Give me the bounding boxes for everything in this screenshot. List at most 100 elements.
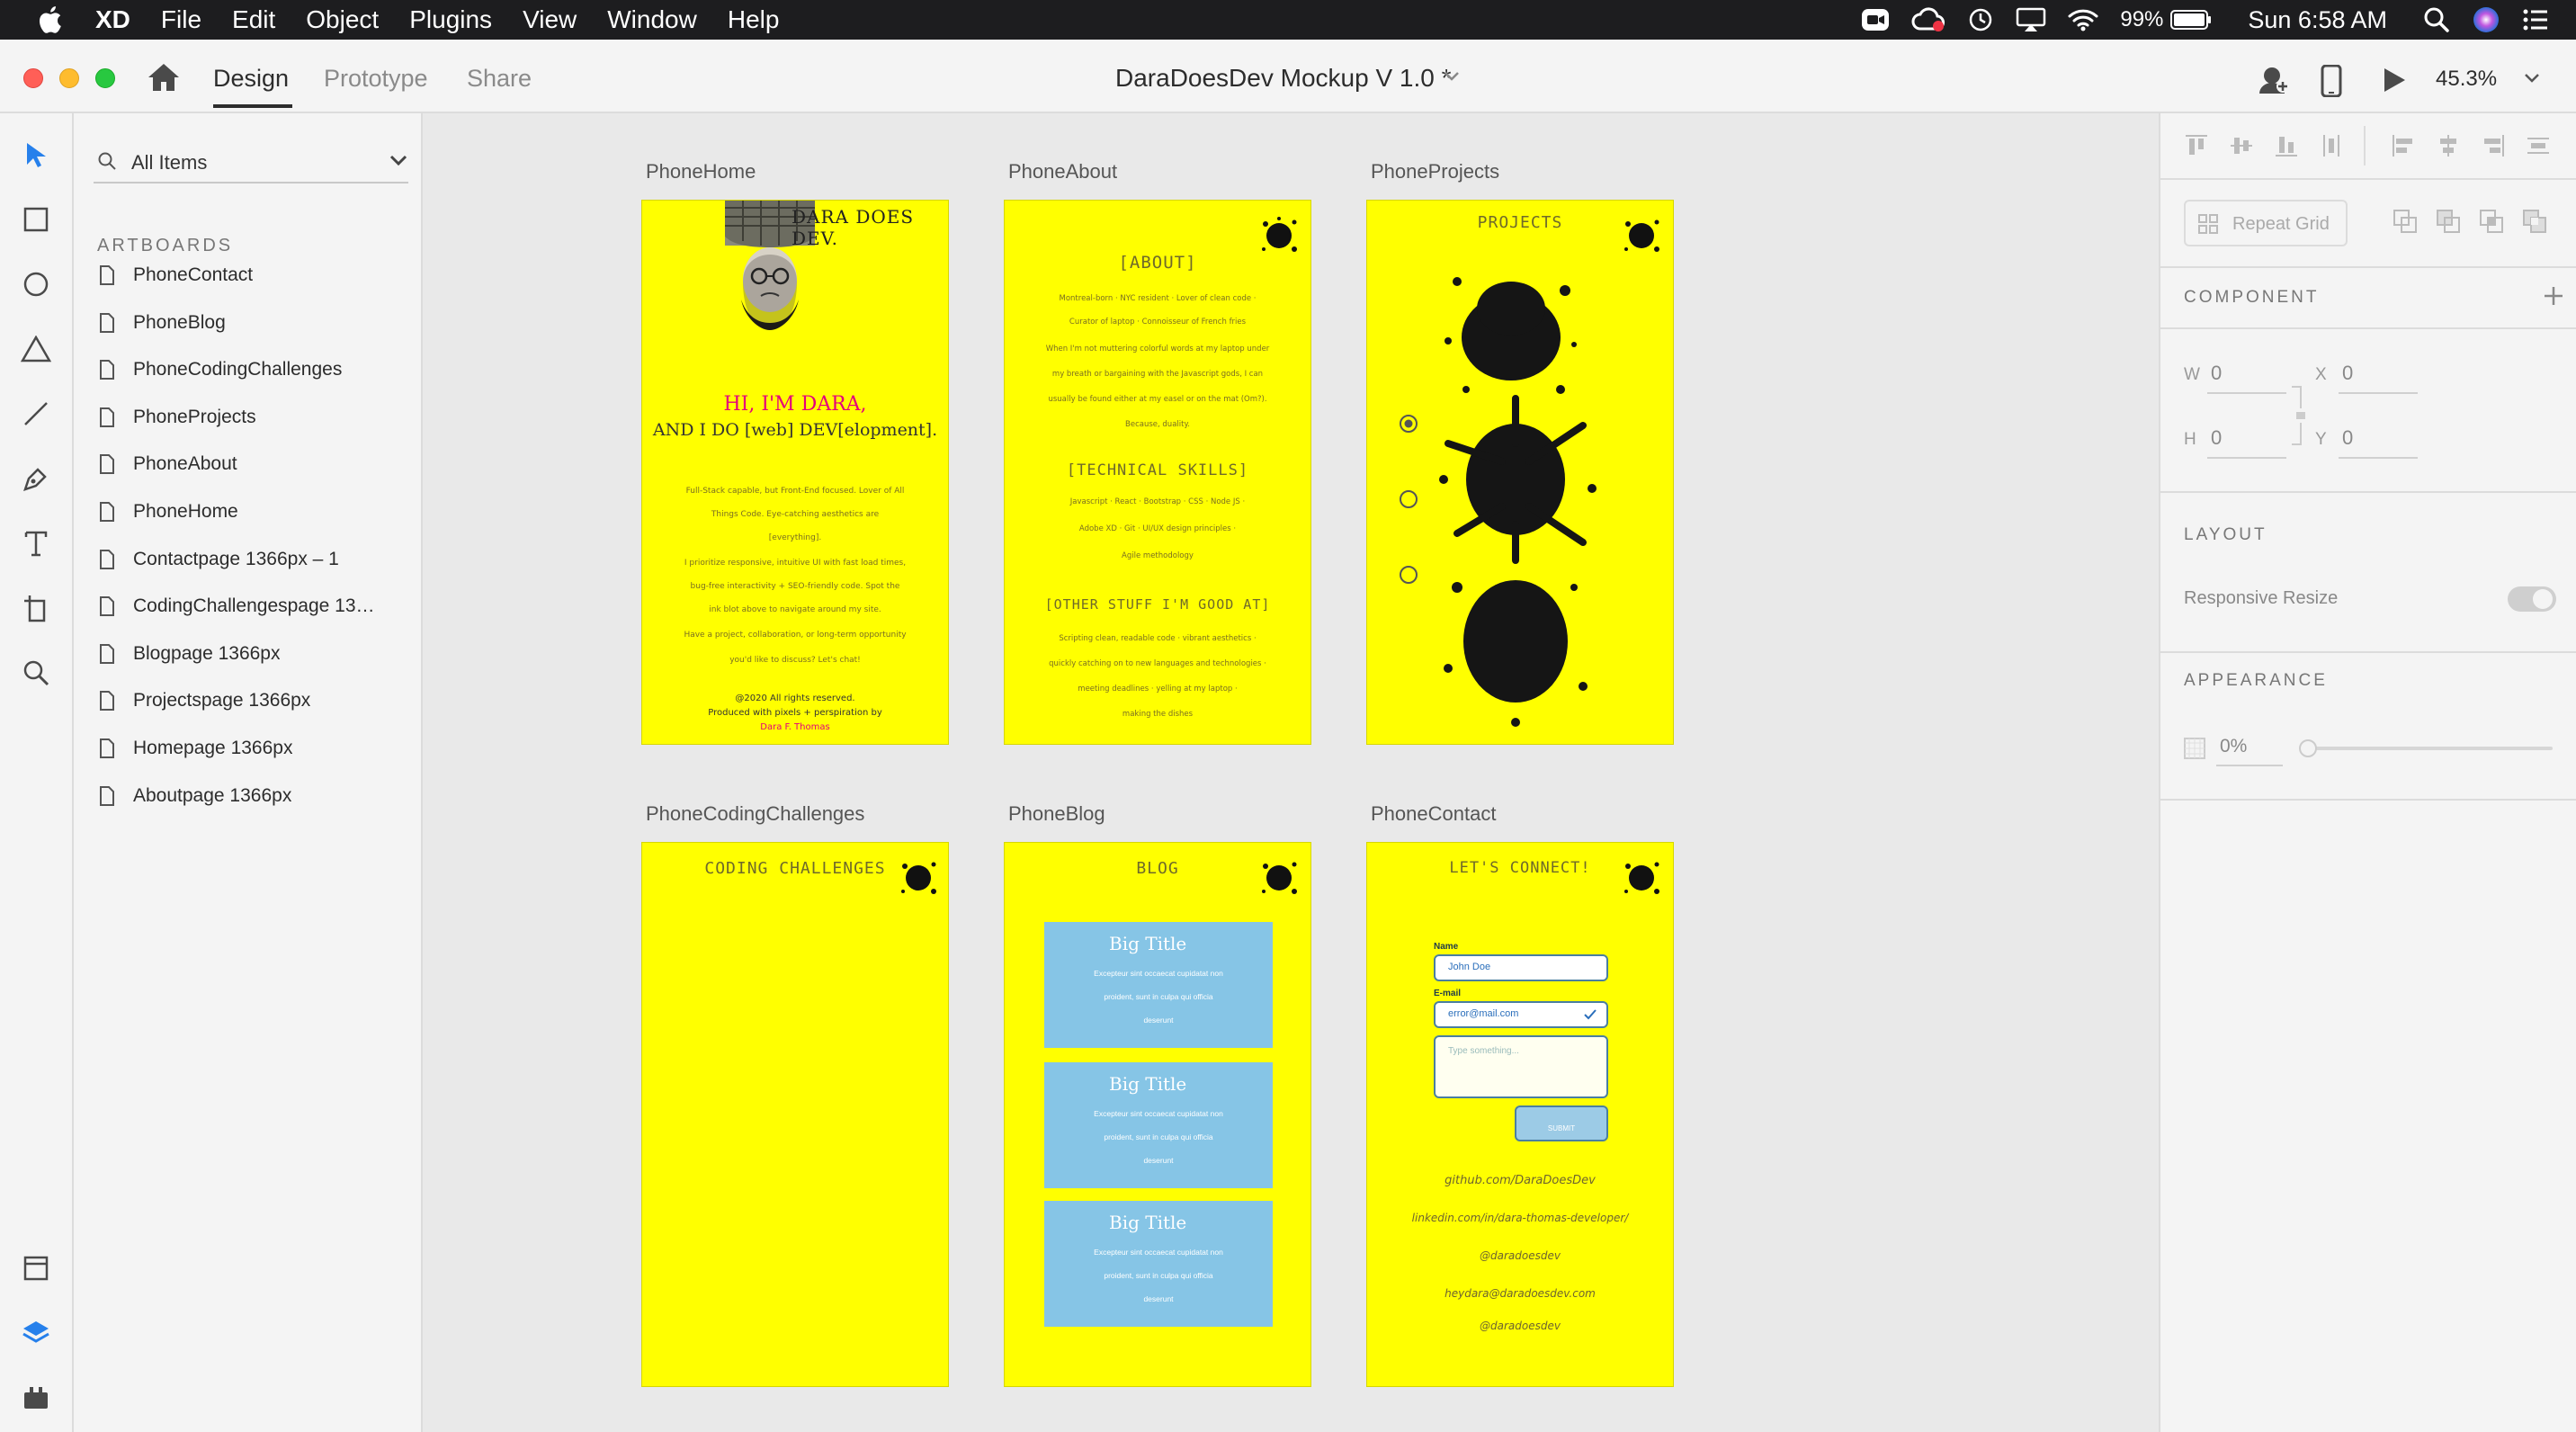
layer-item[interactable]: Projectspage 1366px <box>99 683 414 719</box>
layer-item[interactable]: PhoneAbout <box>99 446 414 482</box>
artboard-title-phoneprojects[interactable]: PhoneProjects <box>1371 160 1499 183</box>
blog-card[interactable]: Big Title Excepteur sint occaecat cupida… <box>1044 1062 1273 1188</box>
home-icon[interactable] <box>146 61 182 94</box>
project-ink-splat[interactable] <box>1439 255 1583 407</box>
width-value[interactable]: 0 <box>2211 362 2222 385</box>
layer-item[interactable]: PhoneCodingChallenges <box>99 352 414 388</box>
layer-item[interactable]: Contactpage 1366px – 1 <box>99 541 414 577</box>
contact-link-email[interactable]: heydara@daradoesdev.com <box>1367 1287 1673 1300</box>
layers-panel-icon[interactable] <box>18 1315 54 1351</box>
apple-icon[interactable] <box>36 5 72 34</box>
artboard-phonecontact[interactable]: LET'S CONNECT! Name John Doe E-mail erro… <box>1366 842 1674 1387</box>
siri-icon[interactable] <box>2472 5 2500 34</box>
boolean-subtract-icon[interactable] <box>2436 209 2461 234</box>
chevron-down-icon[interactable] <box>2524 72 2540 85</box>
email-field[interactable]: error@mail.com <box>1434 1001 1608 1028</box>
menu-file[interactable]: File <box>161 5 201 34</box>
contact-link-handle-2[interactable]: @daradoesdev <box>1367 1320 1673 1332</box>
project-ink-splat[interactable] <box>1430 389 1601 569</box>
carousel-radio-selected[interactable] <box>1398 413 1419 434</box>
carousel-radio[interactable] <box>1398 564 1419 586</box>
layer-item[interactable]: PhoneBlog <box>99 305 414 341</box>
menu-object[interactable]: Object <box>306 5 379 34</box>
airplay-icon[interactable] <box>2016 7 2046 32</box>
menu-view[interactable]: View <box>523 5 577 34</box>
time-machine-icon[interactable] <box>1967 6 1994 33</box>
window-minimize-button[interactable] <box>59 68 79 88</box>
battery-icon[interactable] <box>2170 9 2212 31</box>
align-center-icon[interactable] <box>2436 133 2461 158</box>
zoom-tool-icon[interactable] <box>18 655 54 691</box>
name-field[interactable]: John Doe <box>1434 954 1608 981</box>
layer-item[interactable]: Homepage 1366px <box>99 730 414 766</box>
text-tool-icon[interactable] <box>18 525 54 561</box>
menu-plugins[interactable]: Plugins <box>409 5 492 34</box>
blog-card[interactable]: Big Title Excepteur sint occaecat cupida… <box>1044 922 1273 1048</box>
window-zoom-button[interactable] <box>95 68 115 88</box>
clock[interactable]: Sun 6:58 AM <box>2248 6 2387 34</box>
artboard-phoneblog[interactable]: BLOG Big Title Excepteur sint occaecat c… <box>1004 842 1311 1387</box>
rectangle-tool-icon[interactable] <box>18 201 54 237</box>
artboard-title-phoneblog[interactable]: PhoneBlog <box>1008 802 1105 826</box>
align-right-icon[interactable] <box>2481 133 2506 158</box>
layer-item[interactable]: CodingChallengespage 13… <box>99 588 414 624</box>
zoom-app-icon[interactable] <box>1861 7 1890 32</box>
layer-item[interactable]: Blogpage 1366px <box>99 636 414 672</box>
align-left-icon[interactable] <box>2391 133 2416 158</box>
carousel-radio[interactable] <box>1398 488 1419 510</box>
assets-panel-icon[interactable] <box>18 1250 54 1286</box>
select-tool-icon[interactable] <box>18 137 54 173</box>
artboard-title-phonehome[interactable]: PhoneHome <box>646 160 756 183</box>
project-ink-splat[interactable] <box>1439 560 1592 731</box>
wifi-icon[interactable] <box>2068 8 2098 31</box>
add-component-icon[interactable] <box>2542 284 2565 308</box>
artboard-title-phonecontact[interactable]: PhoneContact <box>1371 802 1496 826</box>
message-textarea[interactable]: Type something... <box>1434 1035 1608 1098</box>
invite-collaborator-icon[interactable] <box>2258 65 2290 95</box>
artboard-phonecodingchallenges[interactable]: CODING CHALLENGES <box>641 842 949 1387</box>
zoom-level[interactable]: 45.3% <box>2436 67 2497 92</box>
layer-item[interactable]: PhoneProjects <box>99 399 414 435</box>
document-title[interactable]: DaraDoesDev Mockup V 1.0 * <box>1115 64 1452 93</box>
menu-window[interactable]: Window <box>607 5 697 34</box>
artboard-phonehome[interactable]: DARA DOES DEV. HI, I'M DARA, AND I DO [w… <box>641 200 949 745</box>
menu-help[interactable]: Help <box>728 5 780 34</box>
tab-share[interactable]: Share <box>467 65 532 93</box>
layer-item[interactable]: PhoneContact <box>99 257 414 293</box>
height-value[interactable]: 0 <box>2211 426 2222 450</box>
window-close-button[interactable] <box>23 68 43 88</box>
chevron-down-icon[interactable] <box>389 153 408 167</box>
boolean-exclude-icon[interactable] <box>2522 209 2547 234</box>
tab-prototype[interactable]: Prototype <box>324 65 428 93</box>
distribute-horizontal-icon[interactable] <box>2526 133 2551 158</box>
opacity-slider-handle[interactable] <box>2299 739 2317 757</box>
layer-item[interactable]: Aboutpage 1366px <box>99 778 414 814</box>
spotlight-search-icon[interactable] <box>2423 6 2450 33</box>
polygon-tool-icon[interactable] <box>18 331 54 367</box>
submit-button[interactable]: SUBMIT <box>1515 1105 1608 1141</box>
plugins-panel-icon[interactable] <box>18 1380 54 1416</box>
artboard-tool-icon[interactable] <box>18 590 54 626</box>
contact-link-linkedin[interactable]: linkedin.com/in/dara-thomas-developer/ <box>1367 1212 1673 1224</box>
notification-center-icon[interactable] <box>2522 8 2549 31</box>
boolean-intersect-icon[interactable] <box>2479 209 2504 234</box>
align-bottom-icon[interactable] <box>2274 133 2299 158</box>
distribute-vertical-icon[interactable] <box>2319 133 2344 158</box>
artboard-title-phoneabout[interactable]: PhoneAbout <box>1008 160 1117 183</box>
blog-card[interactable]: Big Title Excepteur sint occaecat cupida… <box>1044 1201 1273 1327</box>
creative-cloud-icon[interactable] <box>1911 7 1945 32</box>
repeat-grid-button[interactable]: Repeat Grid <box>2184 200 2348 246</box>
opacity-slider-track[interactable] <box>2310 747 2553 750</box>
line-tool-icon[interactable] <box>18 396 54 432</box>
desktop-preview-play-icon[interactable] <box>2382 67 2407 94</box>
boolean-add-icon[interactable] <box>2393 209 2418 234</box>
layer-item[interactable]: PhoneHome <box>99 494 414 530</box>
menu-app-xd[interactable]: XD <box>95 5 130 34</box>
contact-link-github[interactable]: github.com/DaraDoesDev <box>1367 1174 1673 1187</box>
artboard-phoneprojects[interactable]: PROJECTS <box>1366 200 1674 745</box>
align-middle-icon[interactable] <box>2229 133 2254 158</box>
lock-aspect-icon[interactable] <box>2288 380 2308 452</box>
y-value[interactable]: 0 <box>2342 426 2353 450</box>
mobile-preview-icon[interactable] <box>2321 64 2342 98</box>
ellipse-tool-icon[interactable] <box>18 266 54 302</box>
